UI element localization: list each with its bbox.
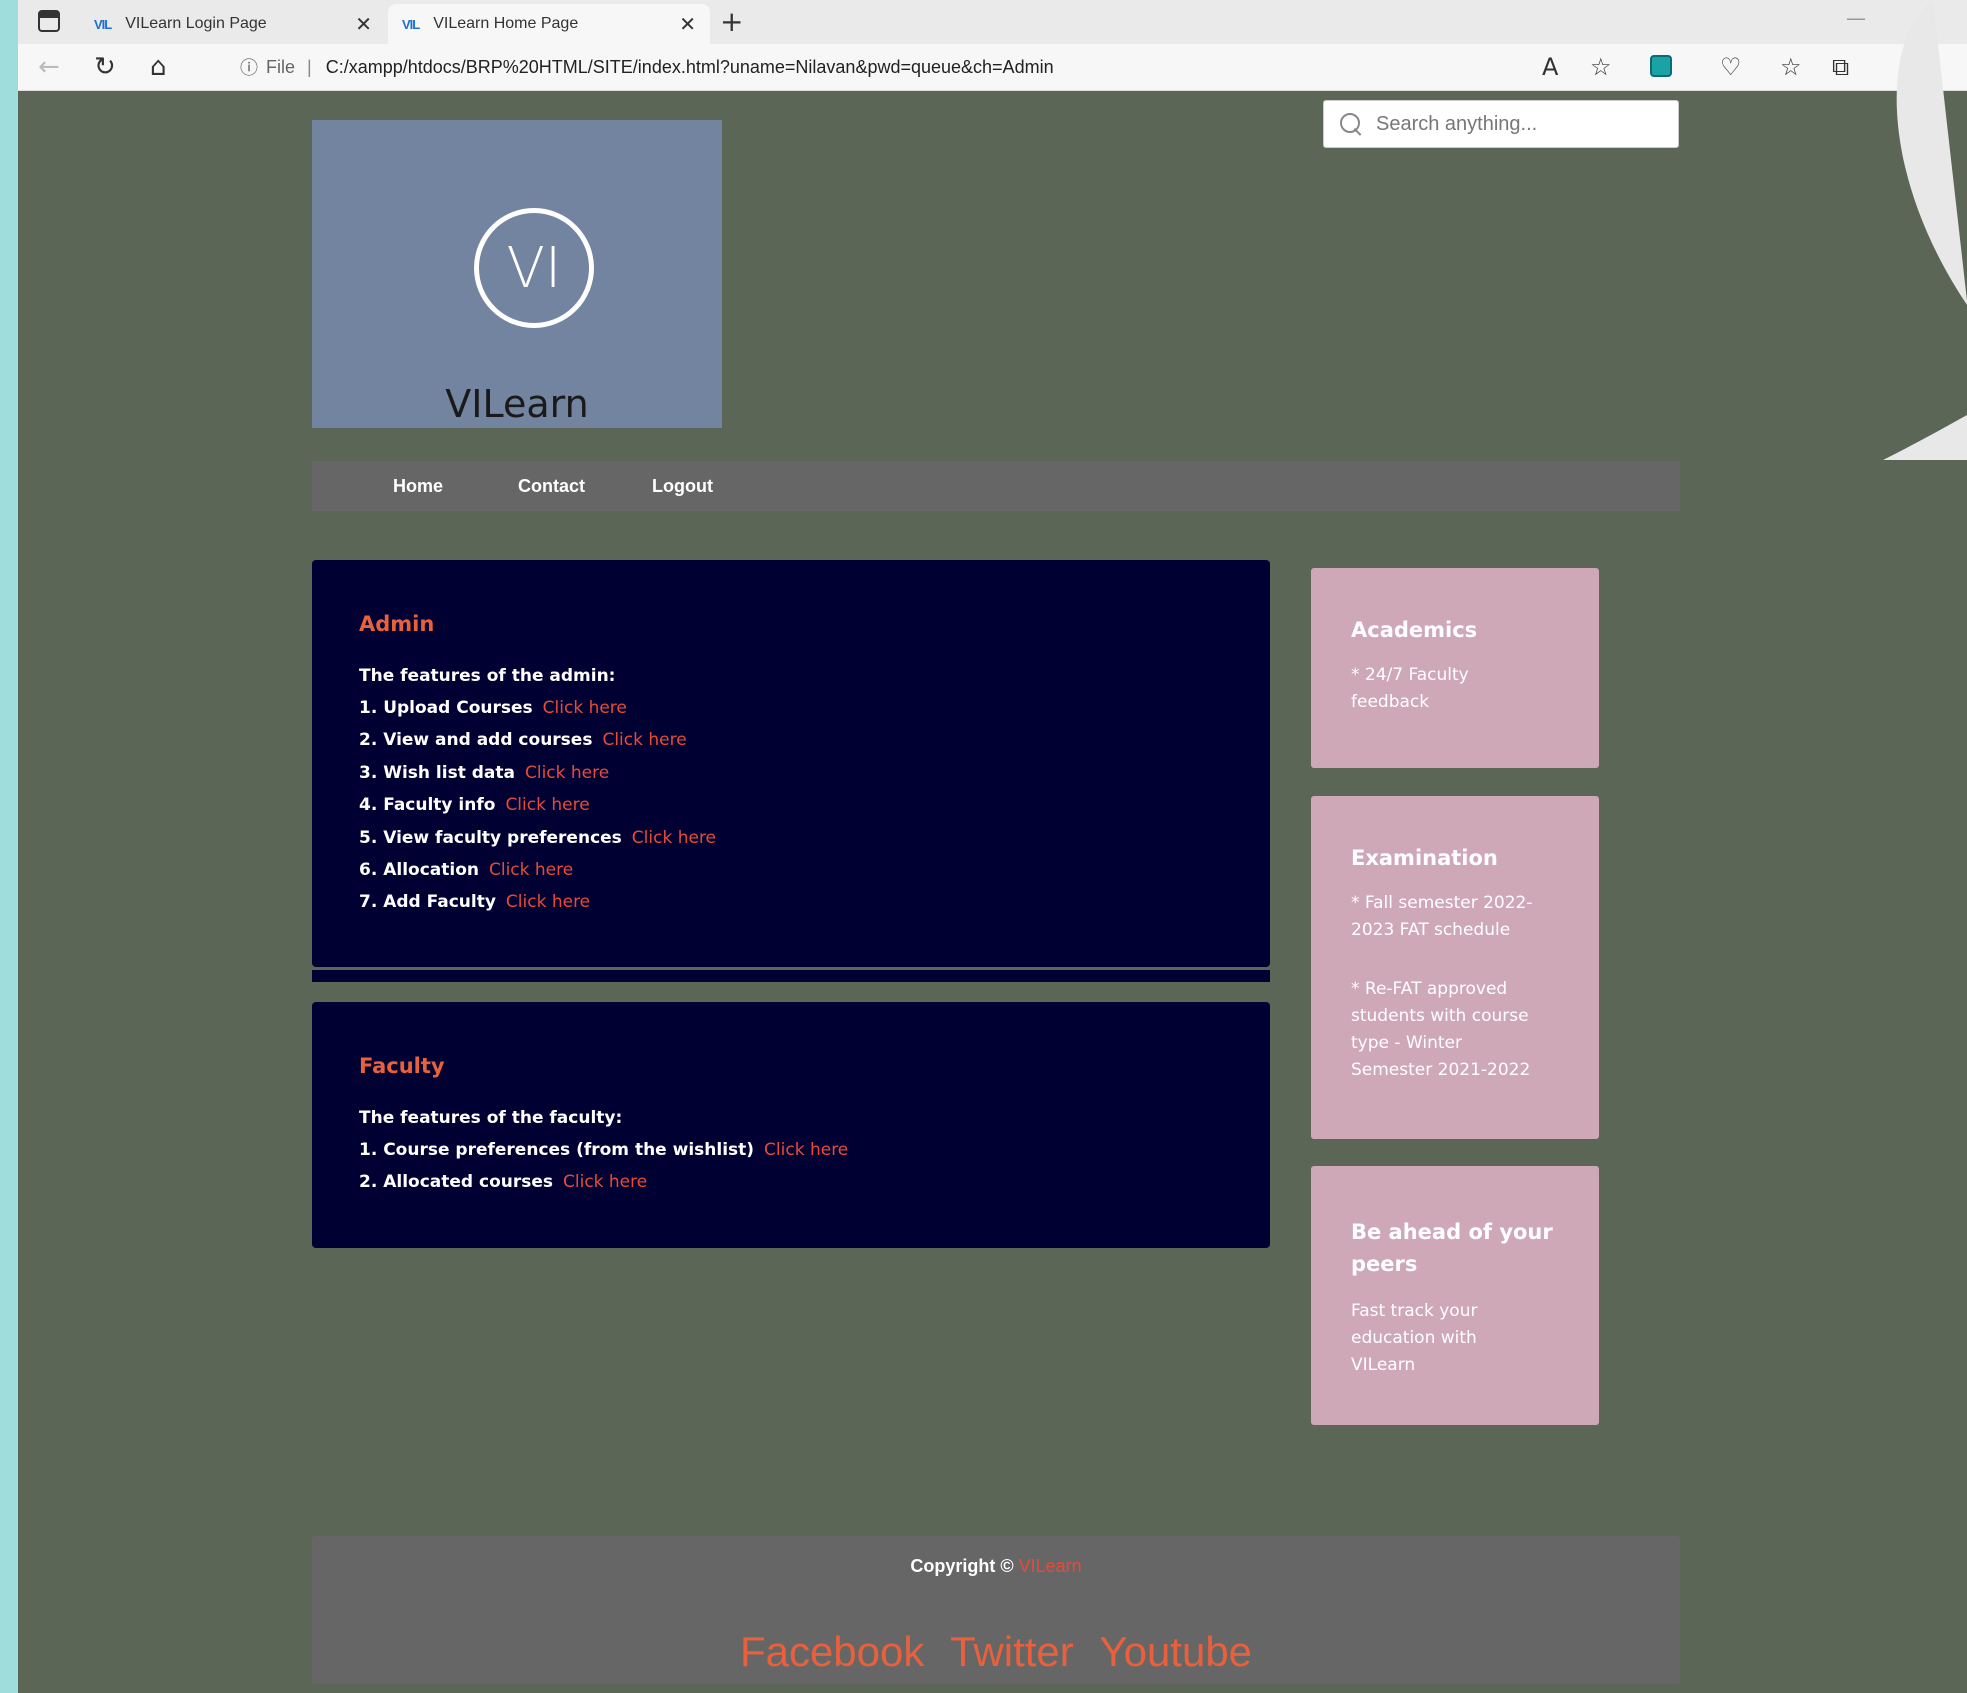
exam-item-line: * Re-FAT approved (1351, 979, 1508, 999)
feature-label: 2. View and add courses (359, 730, 593, 751)
ahead-title-line: Be ahead of your (1351, 1220, 1553, 1244)
admin-feature-item: 7. Add Faculty Click here (359, 886, 1270, 918)
feature-label: 6. Allocation (359, 859, 479, 880)
social-links: Facebook Twitter Youtube (312, 1628, 1680, 1676)
ahead-card: Be ahead of your peers Fast track your e… (1311, 1166, 1599, 1425)
academics-line: * 24/7 Faculty (1351, 665, 1469, 685)
ahead-line: VILearn (1351, 1355, 1416, 1375)
view-add-courses-link[interactable]: Click here (602, 730, 686, 750)
tab-title: VILearn Login Page (125, 15, 267, 32)
feature-label: 3. Wish list data (359, 762, 515, 783)
copyright-text: Copyright © VILearn (312, 1556, 1680, 1577)
exam-item-line: 2023 FAT schedule (1351, 920, 1511, 940)
examination-card: Examination * Fall semester 2022- 2023 F… (1311, 796, 1599, 1139)
view-faculty-preferences-link[interactable]: Click here (632, 828, 716, 848)
feature-label: 1. Upload Courses (359, 698, 533, 718)
examination-title: Examination (1351, 846, 1498, 870)
nav-home[interactable]: Home (393, 461, 443, 511)
admin-feature-item: 3. Wish list data Click here (359, 757, 1270, 789)
search-input[interactable] (1374, 111, 1678, 137)
main-nav: Home Contact Logout (312, 461, 1680, 511)
allocation-link[interactable]: Click here (489, 860, 573, 880)
browser-essentials-icon[interactable]: ♡ (1720, 52, 1742, 82)
admin-feature-item: 5. View faculty preferences Click here (359, 822, 1270, 854)
new-tab-button[interactable]: + (720, 4, 743, 40)
faculty-intro: The features of the faculty: (359, 1108, 623, 1128)
search-box[interactable] (1323, 100, 1679, 148)
admin-feature-item: 6. Allocation Click here (359, 854, 1270, 886)
wish-list-data-link[interactable]: Click here (525, 763, 609, 783)
nav-logout[interactable]: Logout (652, 461, 713, 511)
admin-feature-item: 2. View and add courses Click here (359, 724, 1270, 756)
faculty-info-link[interactable]: Click here (505, 795, 589, 815)
close-icon[interactable]: ✕ (679, 12, 696, 37)
feature-label: 4. Faculty info (359, 795, 496, 816)
add-faculty-link[interactable]: Click here (506, 892, 590, 912)
feature-label: 1. Course preferences (from the wishlist… (359, 1140, 755, 1160)
academics-title: Academics (1351, 618, 1478, 642)
logo-text: VILearn (445, 382, 589, 426)
ahead-title: Be ahead of your peers (1351, 1166, 1559, 1280)
admin-feature-item: 1. Upload Courses Click here (359, 692, 1270, 724)
address-bar-row: ← ↻ ⌂ ⓘ File | C:/xampp/htdocs/BRP%20HTM… (18, 44, 1967, 91)
close-icon[interactable]: ✕ (355, 12, 372, 37)
favorites-icon[interactable]: ☆ (1780, 52, 1802, 82)
address-bar[interactable]: ⓘ File | C:/xampp/htdocs/BRP%20HTML/SITE… (204, 50, 1554, 84)
info-icon[interactable]: ⓘ (240, 54, 258, 80)
tab-title: VILearn Home Page (433, 15, 579, 32)
admin-panel: Admin The features of the admin: 1. Uplo… (312, 560, 1270, 967)
nav-contact[interactable]: Contact (518, 461, 585, 511)
feature-label: 2. Allocated courses (359, 1172, 553, 1193)
collections-icon[interactable]: ⧉ (1832, 52, 1849, 82)
site-logo: VI VILearn (312, 120, 722, 428)
search-icon (1338, 111, 1364, 137)
feature-label: 7. Add Faculty (359, 892, 496, 913)
feature-label: 5. View faculty preferences (359, 827, 622, 848)
tab-home[interactable]: VIL VILearn Home Page ✕ (388, 4, 710, 44)
youtube-link[interactable]: Youtube (1099, 1628, 1252, 1675)
facebook-link[interactable]: Facebook (740, 1628, 924, 1675)
panel-divider (312, 970, 1270, 982)
decorative-shape (1883, 0, 1967, 460)
upload-courses-link[interactable]: Click here (543, 698, 627, 718)
faculty-feature-item: 2. Allocated courses Click here (359, 1166, 1270, 1198)
vilearn-favicon-icon: VIL (402, 16, 420, 32)
twitter-link[interactable]: Twitter (950, 1628, 1074, 1675)
admin-heading: Admin (359, 612, 435, 636)
course-preferences-link[interactable]: Click here (764, 1140, 848, 1160)
ahead-line: Fast track your (1351, 1301, 1478, 1321)
ahead-line: education with (1351, 1328, 1477, 1348)
admin-intro: The features of the admin: (359, 666, 616, 686)
refresh-icon[interactable]: ↻ (94, 51, 116, 83)
tab-actions-icon[interactable] (38, 10, 60, 32)
url-text[interactable]: C:/xampp/htdocs/BRP%20HTML/SITE/index.ht… (326, 57, 1054, 78)
faculty-heading: Faculty (359, 1054, 445, 1078)
tab-bar: VIL VILearn Login Page ✕ VIL VILearn Hom… (18, 0, 1967, 44)
copyright-label: Copyright © (910, 1556, 1014, 1576)
read-aloud-icon[interactable]: A (1542, 52, 1558, 82)
vilearn-favicon-icon: VIL (94, 16, 112, 32)
academics-card: Academics * 24/7 Faculty feedback (1311, 568, 1599, 768)
copyright-brand-link[interactable]: VILearn (1019, 1556, 1082, 1576)
browser-window: VIL VILearn Login Page ✕ VIL VILearn Hom… (18, 0, 1967, 1693)
home-icon[interactable]: ⌂ (150, 51, 167, 83)
admin-feature-item: 4. Faculty info Click here (359, 789, 1270, 821)
url-scheme-label: File (266, 56, 296, 77)
add-favorite-icon[interactable]: ☆ (1590, 52, 1612, 82)
exam-item-line: * Fall semester 2022- (1351, 893, 1533, 913)
faculty-panel: Faculty The features of the faculty: 1. … (312, 1002, 1270, 1248)
exam-item-line: type - Winter (1351, 1033, 1462, 1053)
footer: Copyright © VILearn Facebook Twitter You… (312, 1536, 1680, 1684)
exam-item-line: Semester 2021-2022 (1351, 1060, 1531, 1080)
logo-mark: VI (474, 208, 594, 328)
ahead-title-line: peers (1351, 1252, 1418, 1276)
exam-item-line: students with course (1351, 1006, 1529, 1026)
back-arrow-icon[interactable]: ← (38, 51, 60, 83)
faculty-feature-item: 1. Course preferences (from the wishlist… (359, 1134, 1270, 1166)
url-separator: | (307, 56, 312, 77)
allocated-courses-link[interactable]: Click here (563, 1172, 647, 1192)
extension-icon[interactable] (1650, 55, 1672, 77)
tab-login[interactable]: VIL VILearn Login Page ✕ (80, 4, 386, 44)
academics-line: feedback (1351, 692, 1430, 712)
